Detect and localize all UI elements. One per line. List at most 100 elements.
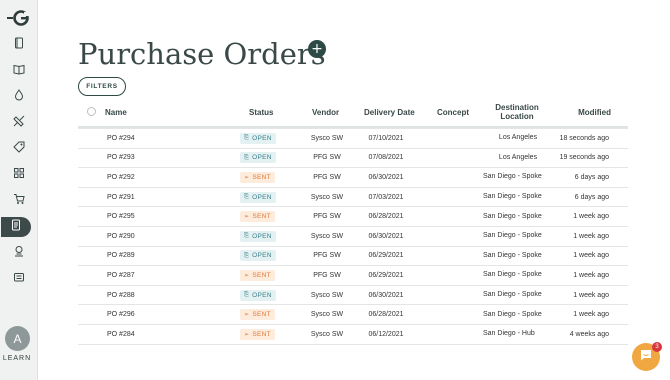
destination-cell: San Diego - Spoke: [483, 286, 553, 305]
page-title: Purchase Orders: [78, 37, 326, 71]
destination-cell: San Diego - Spoke: [483, 168, 553, 187]
vendor-cell: PFG SW: [313, 173, 341, 181]
column-header-concept[interactable]: Concept: [437, 98, 469, 126]
status-cell: ⎘ OPEN: [240, 247, 276, 266]
delivery-date-cell: 06/12/2021: [368, 330, 404, 338]
destination-text: San Diego - Spoke: [483, 193, 542, 201]
destination-cell: Los Angeles: [483, 129, 553, 148]
vendor-cell: PFG SW: [313, 213, 341, 221]
table-row[interactable]: PO #284 ➢ SENT Sysco SW 06/12/2021 San Diego …: [78, 325, 628, 345]
table-row[interactable]: PO #291 ⎘ OPEN Sysco SW 07/03/2021 San Diego …: [78, 188, 628, 208]
po-name[interactable]: PO #292: [107, 168, 135, 187]
po-name[interactable]: PO #293: [107, 149, 135, 168]
status-badge: ⎘ OPEN: [240, 230, 276, 242]
status-badge: ⎘ OPEN: [240, 132, 276, 144]
sent-status-icon: ➢: [244, 271, 250, 279]
open-status-icon: ⎘: [244, 232, 250, 240]
po-name[interactable]: PO #288: [107, 286, 135, 305]
ingredients-icon: [12, 114, 25, 132]
po-name[interactable]: PO #287: [107, 266, 135, 285]
status-badge: ➢ SENT: [240, 309, 275, 321]
table-row[interactable]: PO #288 ⎘ OPEN Sysco SW 06/30/2021 San Diego …: [78, 286, 628, 306]
po-name[interactable]: PO #294: [107, 129, 135, 148]
po-name[interactable]: PO #295: [107, 207, 135, 226]
status-cell: ⎘ OPEN: [240, 188, 276, 207]
sidebar-item-vendors[interactable]: [0, 243, 37, 263]
sent-status-icon: ➢: [244, 330, 250, 338]
select-all-checkbox[interactable]: [87, 107, 96, 116]
table-row[interactable]: PO #289 ⎘ OPEN PFG SW 06/29/2021 San Diego - …: [78, 247, 628, 267]
modified-cell: 1 week ago: [573, 311, 609, 319]
status-label: SENT: [252, 330, 271, 338]
status-label: OPEN: [252, 134, 272, 142]
status-label: SENT: [252, 271, 271, 279]
table-row[interactable]: PO #287 ➢ SENT PFG SW 06/29/2021 San Diego - …: [78, 266, 628, 286]
status-cell: ➢ SENT: [240, 207, 275, 226]
table-row[interactable]: PO #293 ⎘ OPEN PFG SW 07/08/2021 Los Angeles 1…: [78, 149, 628, 169]
purchase-orders-icon: [10, 218, 22, 236]
destination-text: San Diego - Spoke: [483, 212, 542, 220]
sidebar-item-inventory[interactable]: [0, 165, 37, 185]
status-badge: ➢ SENT: [240, 269, 275, 281]
reports-icon: [13, 270, 25, 288]
learn-link[interactable]: LEARN: [0, 355, 34, 362]
sidebar-item-ingredients[interactable]: [0, 113, 37, 133]
table-row[interactable]: PO #294 ⎘ OPEN Sysco SW 07/10/2021 Los Angele…: [78, 128, 628, 149]
table-row[interactable]: PO #296 ➢ SENT Sysco SW 06/28/2021 San Diego …: [78, 305, 628, 325]
table-row[interactable]: PO #290 ⎘ OPEN Sysco SW 06/30/2021 San Diego …: [78, 227, 628, 247]
vendor-cell: Sysco SW: [310, 291, 344, 299]
table-row[interactable]: PO #292 ➢ SENT PFG SW 06/30/2021 San Diego - …: [78, 168, 628, 188]
delivery-date-cell: 06/30/2021: [368, 291, 404, 299]
column-header-delivery-date[interactable]: Delivery Date: [364, 98, 415, 126]
table-row[interactable]: PO #295 ➢ SENT PFG SW 06/28/2021 San Diego - …: [78, 207, 628, 227]
column-header-name[interactable]: Name: [105, 98, 127, 126]
sidebar-item-reports[interactable]: [0, 269, 37, 289]
po-name[interactable]: PO #290: [107, 227, 135, 246]
po-name[interactable]: PO #289: [107, 247, 135, 266]
destination-cell: San Diego - Hub: [483, 325, 553, 344]
table-header: Name Status Vendor Delivery Date Concept…: [78, 98, 628, 128]
sent-status-icon: ➢: [244, 173, 250, 181]
delivery-date-cell: 07/08/2021: [368, 154, 404, 162]
po-name[interactable]: PO #291: [107, 188, 135, 207]
destination-text: San Diego - Spoke: [483, 251, 542, 259]
filters-button[interactable]: FILTERS: [78, 77, 126, 96]
sidebar-item-preps[interactable]: [0, 87, 37, 107]
status-cell: ⎘ OPEN: [240, 227, 276, 246]
status-label: OPEN: [252, 291, 272, 299]
status-cell: ⎘ OPEN: [240, 129, 276, 148]
delivery-date-cell: 06/30/2021: [368, 173, 404, 181]
status-cell: ⎘ OPEN: [240, 149, 276, 168]
avatar[interactable]: A: [5, 326, 30, 351]
sidebar-item-purchase-orders[interactable]: [1, 217, 31, 237]
open-status-icon: ⎘: [244, 291, 250, 299]
po-name[interactable]: PO #296: [107, 305, 135, 324]
status-label: SENT: [252, 311, 271, 319]
sidebar-item-menus[interactable]: [0, 61, 37, 81]
delivery-date-cell: 06/28/2021: [368, 311, 404, 319]
add-purchase-order-button[interactable]: +: [308, 40, 326, 58]
sent-status-icon: ➢: [244, 213, 250, 221]
status-badge: ➢ SENT: [240, 328, 275, 340]
sidebar-item-pricing[interactable]: [0, 139, 37, 159]
destination-text: San Diego - Spoke: [483, 310, 542, 318]
status-cell: ➢ SENT: [240, 305, 275, 324]
column-header-modified[interactable]: Modified: [578, 98, 611, 126]
modified-cell: 1 week ago: [573, 213, 609, 221]
delivery-date-cell: 06/30/2021: [368, 232, 404, 240]
modified-cell: 19 seconds ago: [559, 154, 609, 162]
modified-cell: 1 week ago: [573, 291, 609, 299]
column-header-status[interactable]: Status: [249, 98, 273, 126]
sidebar-item-ordering[interactable]: [0, 191, 37, 211]
destination-text: San Diego - Spoke: [483, 271, 542, 279]
column-header-vendor[interactable]: Vendor: [312, 98, 339, 126]
column-header-destination-location[interactable]: Destination Location: [491, 98, 543, 126]
destination-cell: San Diego - Spoke: [483, 188, 553, 207]
drop-icon: [13, 88, 25, 106]
avatar-initial: A: [13, 331, 22, 346]
g-logo-icon[interactable]: [7, 10, 33, 26]
sidebar-item-recipes[interactable]: [0, 35, 37, 55]
destination-cell: San Diego - Spoke: [483, 227, 553, 246]
status-badge: ⎘ OPEN: [240, 191, 276, 203]
po-name[interactable]: PO #284: [107, 325, 135, 344]
